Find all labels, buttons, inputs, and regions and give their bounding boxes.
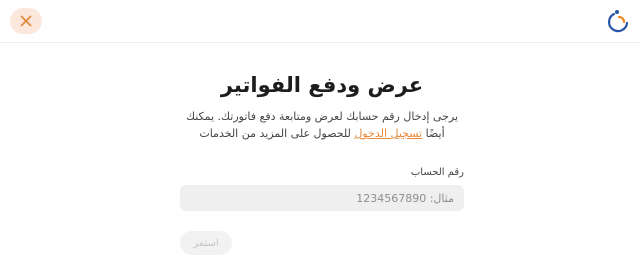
continue-button[interactable]: استمر [180,231,232,255]
close-x-icon [20,15,32,27]
login-link[interactable]: تسجيل الدخول [354,127,422,140]
account-number-input[interactable] [180,185,464,211]
close-button[interactable] [10,8,42,34]
bill-pay-page: عرض ودفع الفواتير يرجى إدخال رقم حسابك ل… [0,0,640,269]
description-suffix: للحصول على المزيد من الخدمات [199,127,351,140]
brand-logo-icon [607,10,629,33]
page-description: يرجى إدخال رقم حسابك لعرض ومتابعة دفع فا… [180,108,464,142]
account-number-label: رقم الحساب [410,167,464,178]
page-title: عرض ودفع الفواتير [220,73,424,97]
top-bar [0,0,640,43]
description-line-1: يرجى إدخال رقم حسابك لعرض ومتابعة دفع فا… [185,110,459,123]
description-prefix: أيضًا [425,127,445,140]
